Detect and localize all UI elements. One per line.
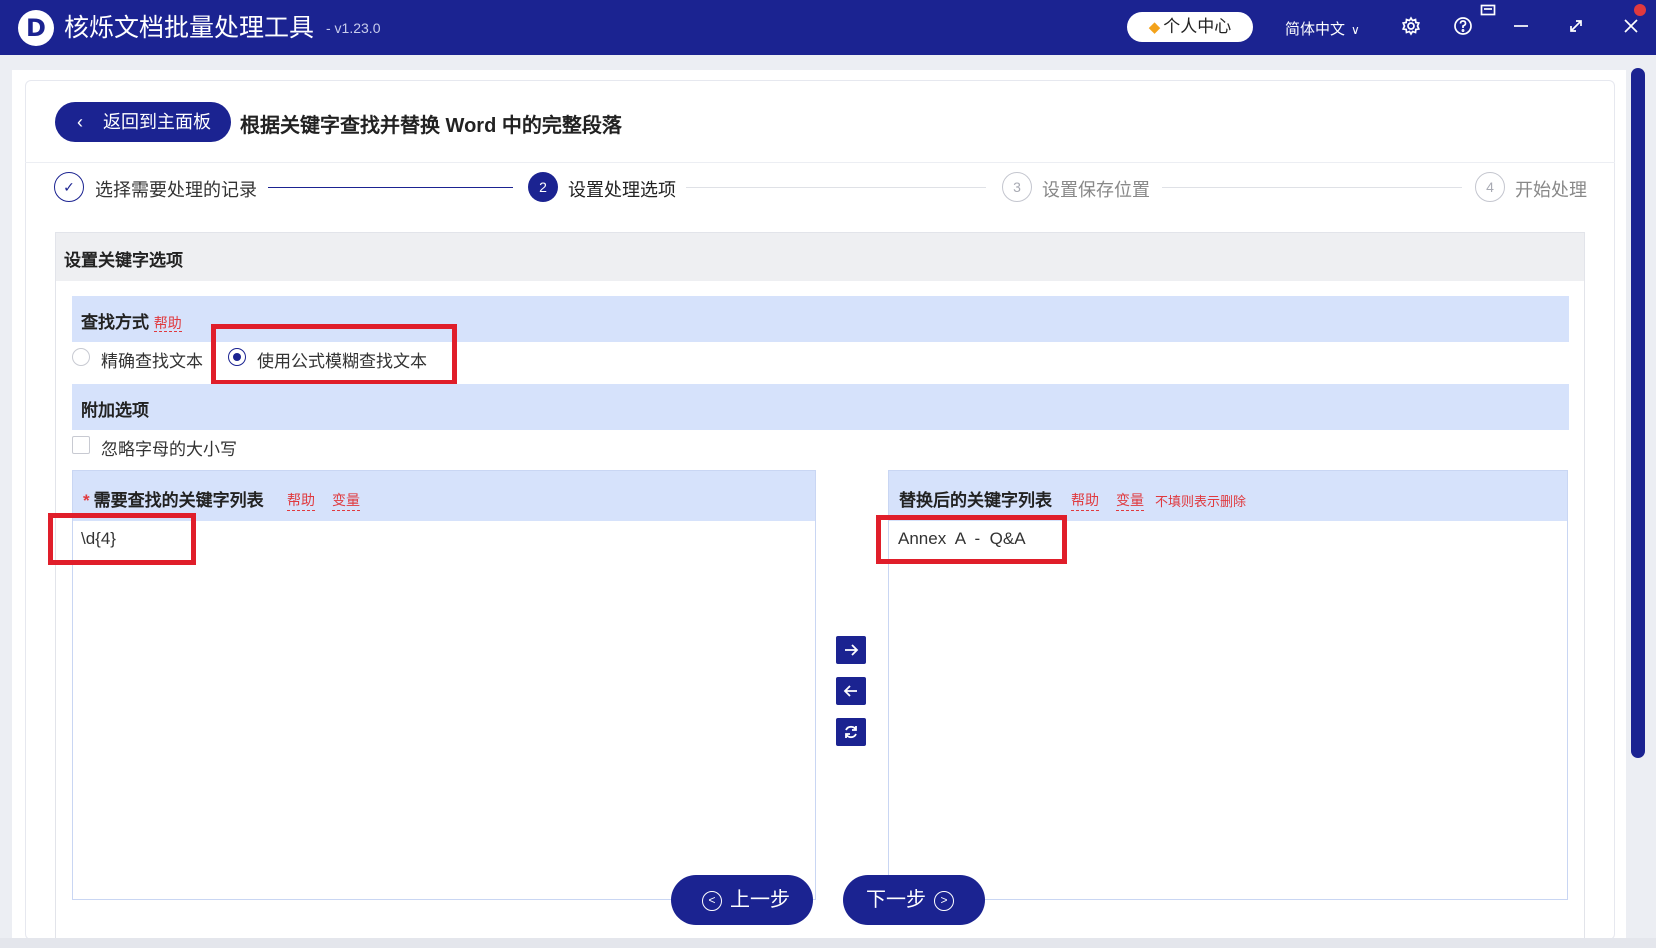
step-4-number: 4 [1475,172,1505,202]
back-button-label: 返回到主面板 [103,112,211,132]
app-title: 核烁文档批量处理工具 [64,14,315,42]
minimize-icon[interactable] [1508,13,1534,39]
find-keyword-title: 需要查找的关键字列表 [93,491,264,510]
language-label: 简体中文 [1285,21,1346,38]
prev-step-label: 上一步 [730,889,790,911]
title-bar: D 核烁文档批量处理工具 - v1.23.0 ◆ 个人中心 简体中文 ∨ [0,0,1656,55]
ignore-case-checkbox[interactable] [72,436,90,454]
step-2-number: 2 [528,172,558,202]
replace-keyword-help-link[interactable]: 帮助 [1071,490,1099,511]
close-icon[interactable] [1618,13,1644,39]
maximize-icon[interactable] [1563,13,1589,39]
find-keyword-vars-link[interactable]: 变量 [332,490,360,511]
step-line-2 [686,187,986,188]
arrow-right-icon [845,644,859,656]
step-2-label: 设置处理选项 [568,180,676,200]
app-logo: D [18,10,54,46]
exact-search-radio[interactable] [72,348,90,366]
step-4-label: 开始处理 [1515,180,1587,200]
step-3-label: 设置保存位置 [1042,180,1150,200]
chevron-left-icon: ‹ [77,112,83,132]
app-version: - v1.23.0 [326,20,381,36]
extra-options-label: 附加选项 [81,401,149,420]
help-icon[interactable] [1450,13,1476,39]
step-1-check-icon: ✓ [54,172,84,202]
refresh-button[interactable] [836,718,866,746]
scrollbar-thumb[interactable] [1631,68,1645,758]
required-mark: * [83,491,90,510]
message-icon[interactable] [1478,2,1498,20]
highlight-box-find-keyword [48,513,196,565]
arrow-left-icon [843,685,857,697]
circle-chevron-right-icon: > [934,891,954,911]
circle-chevron-left-icon: < [702,891,722,911]
language-selector[interactable]: 简体中文 ∨ [1285,18,1360,39]
notification-dot-icon [1634,4,1646,16]
highlight-box-search-mode [211,324,457,385]
prev-step-button[interactable]: < 上一步 [671,875,813,925]
step-3-number: 3 [1002,172,1032,202]
refresh-icon [845,725,857,739]
page-title: 根据关键字查找并替换 Word 中的完整段落 [240,115,622,137]
move-right-button[interactable] [836,636,866,664]
steps-divider [25,162,1615,163]
highlight-box-replace-keyword [876,515,1067,564]
find-keyword-help-link[interactable]: 帮助 [287,490,315,511]
settings-gear-icon[interactable] [1398,13,1424,39]
step-1-label: 选择需要处理的记录 [95,180,257,200]
settings-title: 设置关键字选项 [64,251,183,270]
replace-keyword-header: 替换后的关键字列表 帮助 变量 不填则表示删除 [889,471,1567,521]
user-center-button[interactable]: ◆ 个人中心 [1127,12,1253,42]
bottom-strip [0,938,1656,948]
step-line-3 [1162,187,1462,188]
replace-keyword-vars-link[interactable]: 变量 [1116,490,1144,511]
replace-keyword-title: 替换后的关键字列表 [899,491,1052,510]
user-center-label: 个人中心 [1163,17,1232,36]
ignore-case-label[interactable]: 忽略字母的大小写 [101,435,237,460]
exact-search-label[interactable]: 精确查找文本 [101,347,203,372]
next-step-label: 下一步 [866,889,926,911]
back-to-main-button[interactable]: ‹ 返回到主面板 [55,102,231,142]
crown-icon: ◆ [1148,19,1161,36]
chevron-down-icon: ∨ [1351,23,1360,37]
next-step-button[interactable]: 下一步 > [843,875,985,925]
move-left-button[interactable] [836,677,866,705]
search-mode-label: 查找方式 [81,313,149,332]
search-mode-help-link[interactable]: 帮助 [153,315,182,332]
extra-options-section: 附加选项 [72,384,1569,430]
step-line-1 [268,187,513,188]
settings-header: 设置关键字选项 [56,233,1584,281]
replace-keyword-note: 不填则表示删除 [1155,494,1247,509]
